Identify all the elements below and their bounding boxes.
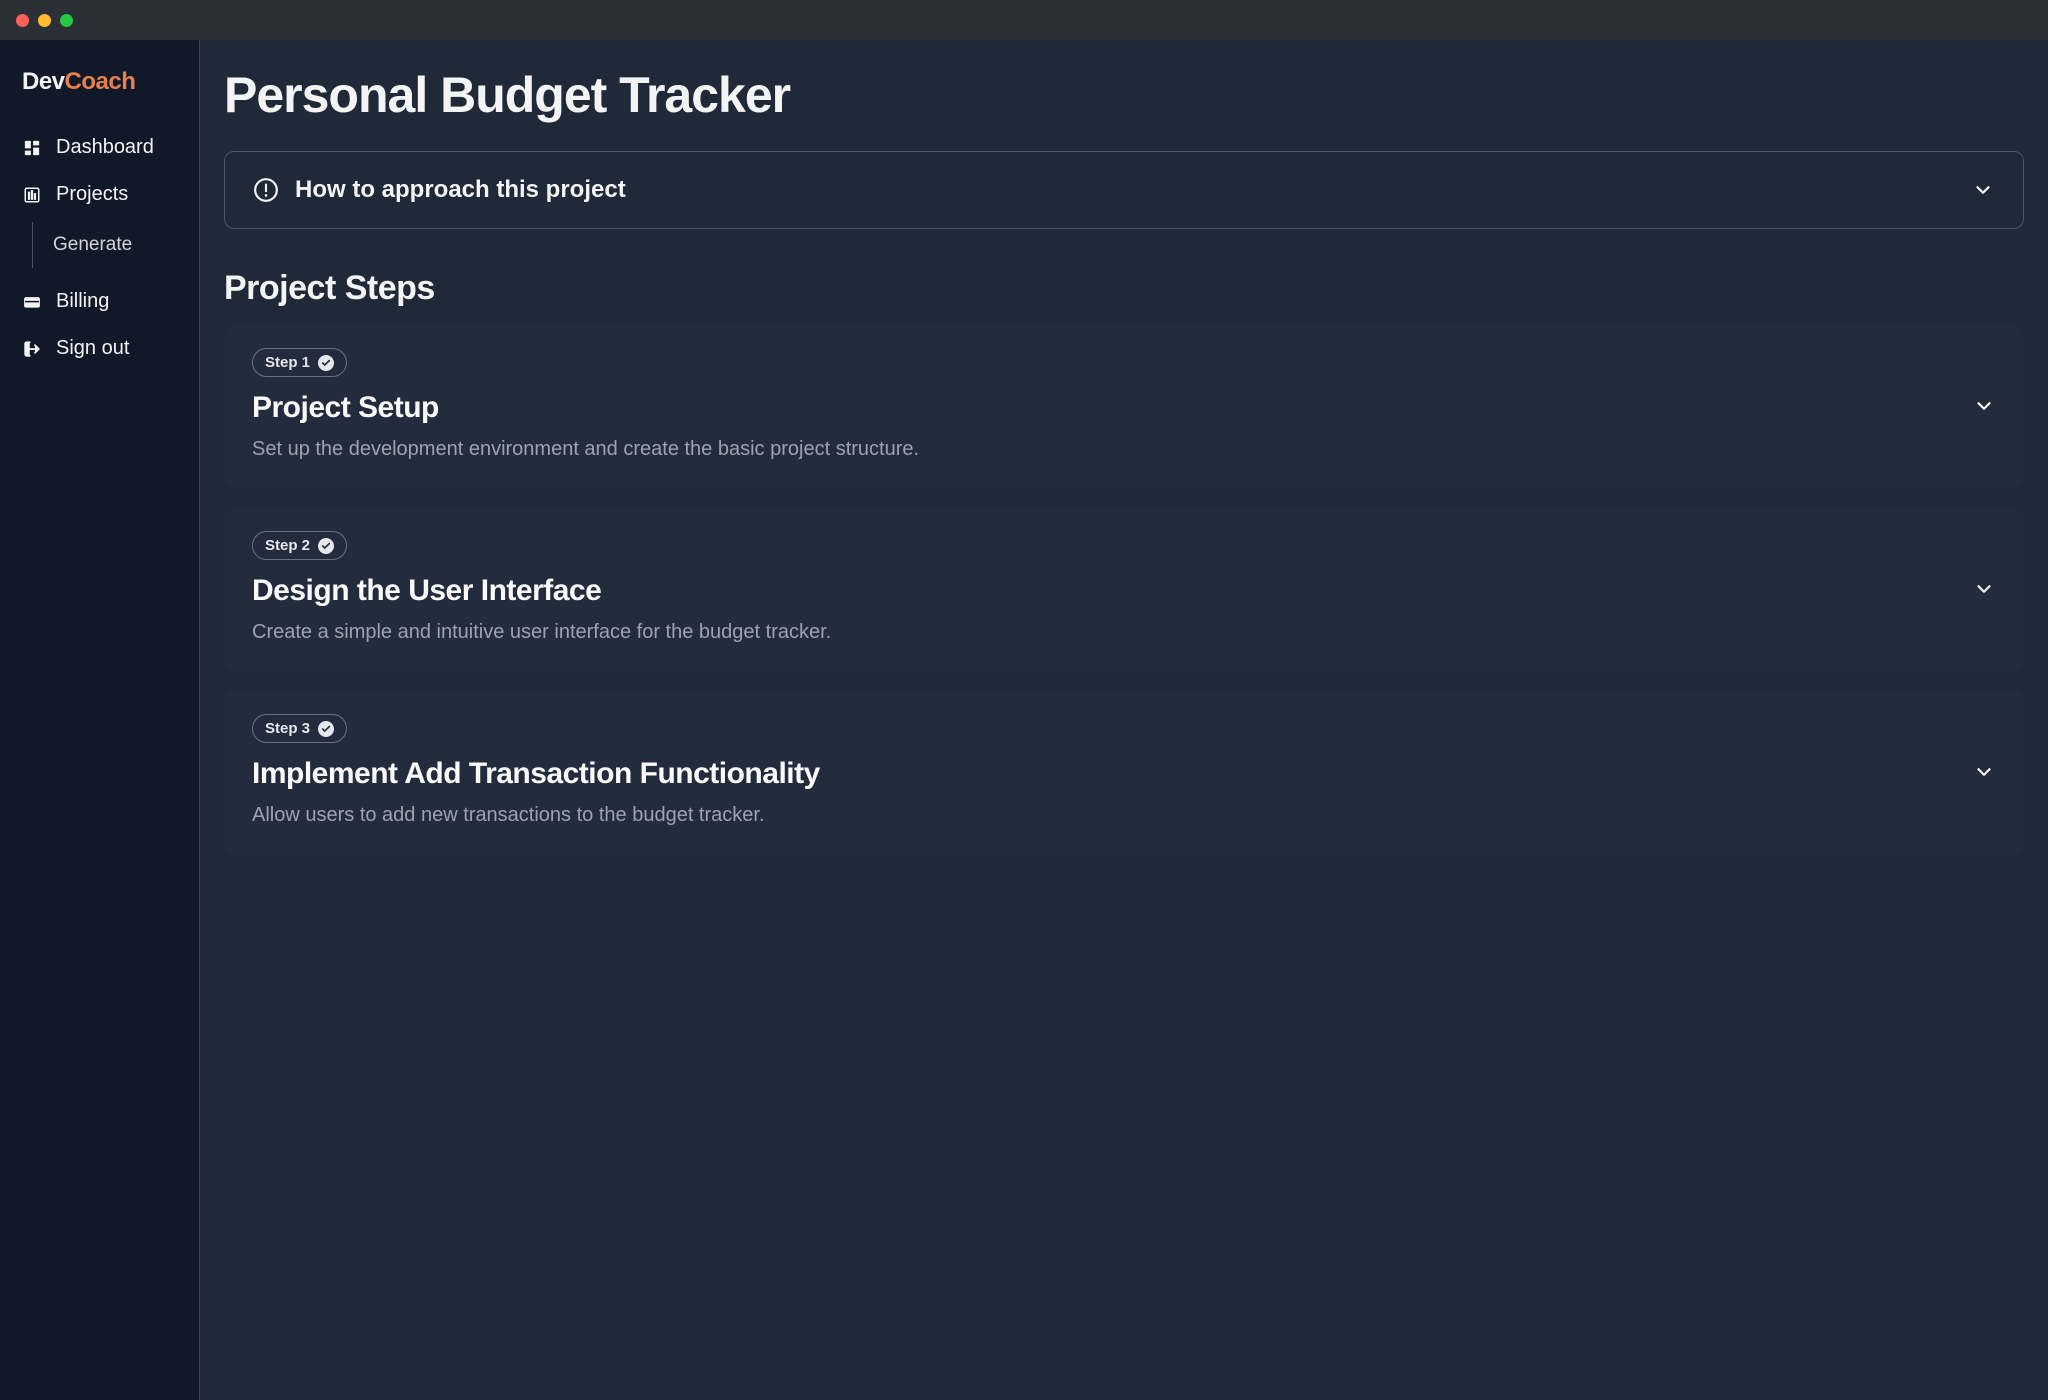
step-card[interactable]: Step 3 Implement Add Transaction Function… <box>224 692 2024 855</box>
chevron-down-icon <box>1972 577 1996 601</box>
signout-icon <box>22 339 42 359</box>
step-pill: Step 3 <box>252 714 347 743</box>
sidebar-item-label: Billing <box>56 290 109 313</box>
step-card-body: Step 2 Design the User Interface Create a … <box>252 531 1952 646</box>
sidebar: DevCoach Dashboard Projects Generate <box>0 40 200 1400</box>
step-card[interactable]: Step 2 Design the User Interface Create a … <box>224 509 2024 672</box>
alert-icon <box>253 177 279 203</box>
sidebar-item-projects[interactable]: Projects <box>0 171 199 218</box>
window-close-button[interactable] <box>16 14 29 27</box>
traffic-lights <box>16 14 73 27</box>
step-card-body: Step 1 Project Setup Set up the developmen… <box>252 348 1952 463</box>
step-card-body: Step 3 Implement Add Transaction Function… <box>252 714 1952 829</box>
step-description: Set up the development environment and c… <box>252 435 1952 463</box>
chevron-down-icon <box>1971 178 1995 202</box>
check-circle-icon <box>318 721 334 737</box>
sidebar-item-label: Projects <box>56 183 128 206</box>
window-zoom-button[interactable] <box>60 14 73 27</box>
step-pill-label: Step 2 <box>265 537 310 554</box>
step-pill-label: Step 1 <box>265 354 310 371</box>
step-title: Design the User Interface <box>252 574 1952 608</box>
sidebar-subitem-generate[interactable]: Generate <box>53 228 199 262</box>
dashboard-icon <box>22 138 42 158</box>
steps-list: Step 1 Project Setup Set up the developmen… <box>224 326 2024 855</box>
check-circle-icon <box>318 538 334 554</box>
sidebar-nav: Dashboard Projects Generate Billing <box>0 124 199 372</box>
step-description: Create a simple and intuitive user inter… <box>252 618 1952 646</box>
sidebar-item-dashboard[interactable]: Dashboard <box>0 124 199 171</box>
sidebar-item-billing[interactable]: Billing <box>0 278 199 325</box>
sidebar-subitem-label: Generate <box>53 234 132 255</box>
window-minimize-button[interactable] <box>38 14 51 27</box>
info-panel-title: How to approach this project <box>295 176 626 204</box>
projects-icon <box>22 185 42 205</box>
chevron-down-icon <box>1972 394 1996 418</box>
step-pill: Step 2 <box>252 531 347 560</box>
sidebar-item-label: Sign out <box>56 337 129 360</box>
info-panel-approach[interactable]: How to approach this project <box>224 151 2024 229</box>
app-logo: DevCoach <box>0 68 199 124</box>
step-pill-label: Step 3 <box>265 720 310 737</box>
sidebar-item-label: Dashboard <box>56 136 154 159</box>
logo-part1: Dev <box>22 68 65 95</box>
step-card[interactable]: Step 1 Project Setup Set up the developmen… <box>224 326 2024 489</box>
check-circle-icon <box>318 355 334 371</box>
step-title: Implement Add Transaction Functionality <box>252 757 1952 791</box>
step-title: Project Setup <box>252 391 1952 425</box>
section-title-steps: Project Steps <box>224 269 2024 308</box>
billing-icon <box>22 292 42 312</box>
sidebar-subnav-projects: Generate <box>32 222 199 268</box>
sidebar-item-signout[interactable]: Sign out <box>0 325 199 372</box>
page-title: Personal Budget Tracker <box>224 68 2024 123</box>
main-content: Personal Budget Tracker How to approach … <box>200 40 2048 1400</box>
step-pill: Step 1 <box>252 348 347 377</box>
chevron-down-icon <box>1972 760 1996 784</box>
step-description: Allow users to add new transactions to t… <box>252 801 1952 829</box>
logo-part2: Coach <box>65 68 136 95</box>
window-titlebar <box>0 0 2048 40</box>
